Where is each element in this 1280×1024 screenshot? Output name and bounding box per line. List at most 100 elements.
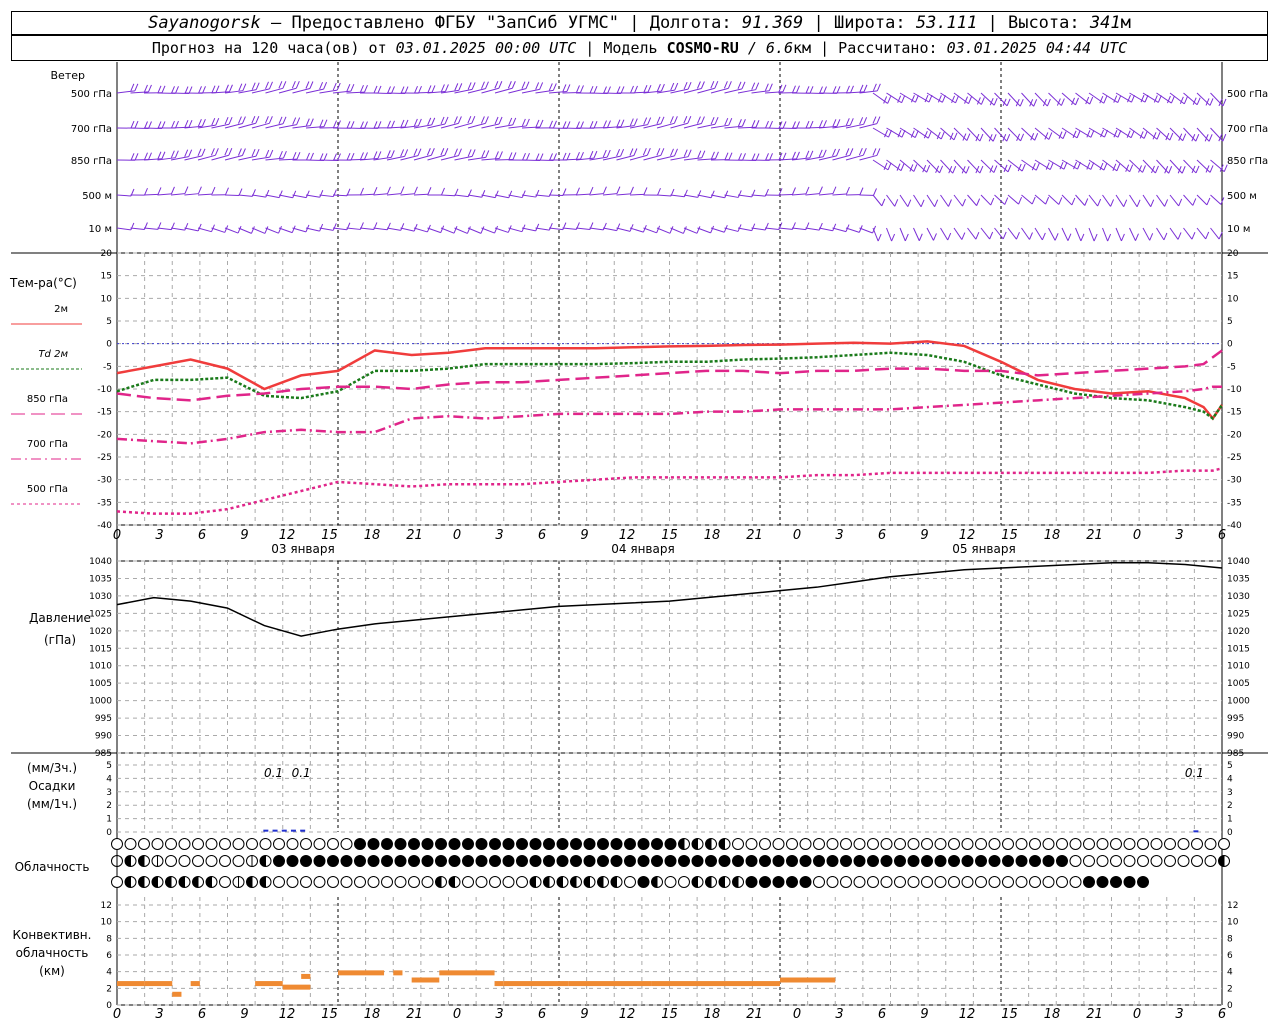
wind-barb-flag [237,225,242,234]
cloud-cover-symbol [786,838,798,850]
temp-tick-label: -30 [97,476,112,486]
wind-barb [980,92,995,106]
wind-barb [629,227,644,233]
time-tick-label: 3 [495,528,503,543]
time-tick-label: 9 [920,1007,928,1022]
wind-barb-flag [444,116,449,125]
wind-barb-flag [350,83,355,92]
wind-barb-flag [535,119,540,128]
wind-barb-flag [387,86,391,94]
wind-barb-flag [629,148,634,156]
wind-barb-flag [414,85,418,94]
cloud-cover-symbol [232,855,245,867]
conv-title-2: облачность [16,946,89,960]
wind-barb-flag [687,149,692,157]
wind-barb-flag [792,85,796,93]
wind-barb [400,193,415,196]
conv-unit: (км) [39,964,65,978]
wind-barb-flag [323,81,328,90]
cloud-cover-symbol [745,855,758,867]
wind-barb-flag [278,116,283,124]
wind-barb-flag [306,152,310,161]
wind-barb [1061,227,1069,241]
cloud-cover-symbol [759,876,771,888]
cloud-cover-fill [692,838,698,850]
wind-barb-flag [1209,98,1214,106]
conv-cloud-bar [144,981,173,987]
wind-barb-flag [1004,197,1009,205]
wind-barb [1034,227,1043,241]
conv-cloud-bar [338,970,385,976]
wind-barb [818,227,833,232]
wind-barb-flag [198,86,202,94]
time-tick-label: 6 [878,1007,886,1022]
precip-bar [281,829,287,832]
wind-barb-flag [161,151,166,159]
wind-barb-flag [589,121,594,129]
cloud-cover-symbol [786,855,798,867]
wind-barb-flag [580,151,584,160]
wind-barb-flag [576,85,580,93]
wind-barb-flag [603,120,607,128]
wind-barb-flag [508,117,513,126]
wind-barb-flag [171,120,175,129]
wind-barb-flag [566,121,571,129]
cloud-cover-symbol [840,876,852,888]
cloud-cover-symbol [313,876,326,888]
wind-barb-flag [319,153,324,161]
wind-barb-flag [792,121,796,129]
wind-barb-flag [1123,199,1128,207]
cloud-cover-symbol [988,855,1001,867]
precip-title: Осадки [29,779,76,793]
wind-barb-flag [549,120,553,129]
wind-barb-flag [989,231,994,240]
precip-bar [1193,830,1199,833]
wind-barb-flag [836,148,840,157]
wind-barb-flag [241,116,246,124]
wind-barb-flag [900,163,905,171]
wind-barb-flag [948,199,952,207]
wind-barb-flag [202,86,206,94]
wind-barb-flag [593,150,598,159]
cloud-cover-fill [719,876,725,888]
wind-barb [616,227,631,232]
wind-level-label: 10 м [89,224,112,235]
cloud-cover-symbol [313,855,326,867]
wind-barb-flag [1195,165,1200,174]
cloud-cover-symbol [705,855,717,867]
wind-barb-flag [914,95,919,103]
pressure-tick-label-right: 1010 [1227,662,1250,672]
wind-barb-flag [673,116,678,124]
wind-barb-flag [521,118,526,127]
wind-barb [184,193,199,196]
cloud-cover-symbol [1218,838,1230,850]
wind-barb-flag [1136,199,1141,207]
cloud-cover-fill [138,855,144,867]
wind-barb-flag [955,95,960,104]
wind-barb-flag [727,81,732,89]
wind-barb-flag [188,120,193,128]
cloud-cover-symbol [921,876,933,888]
cloud-cover-symbol [151,838,164,850]
cloud-cover-symbol [1191,855,1203,867]
wind-barb [130,227,145,230]
wind-barb-flag [255,148,260,157]
wind-barb [980,227,991,240]
wind-barb-flag [211,85,216,93]
wind-barb-flag [1129,164,1134,172]
wind-barb [1061,194,1073,206]
wind-barb [697,194,712,199]
wind-barb-flag [498,116,503,125]
wind-barb [238,227,252,234]
wind-barb-flag [792,151,796,160]
wind-barb-flag [859,117,864,125]
cloud-cover-symbol [1164,838,1176,850]
cloud-cover-symbol [921,855,933,867]
cloud-cover-symbol [583,855,596,867]
wind-barb [508,194,523,199]
wind-barb-flag [976,198,981,206]
wind-barb-flag [130,153,135,161]
time-tick-label: 21 [746,528,763,543]
wind-barb [373,193,388,196]
wind-barb-flag [792,187,796,195]
